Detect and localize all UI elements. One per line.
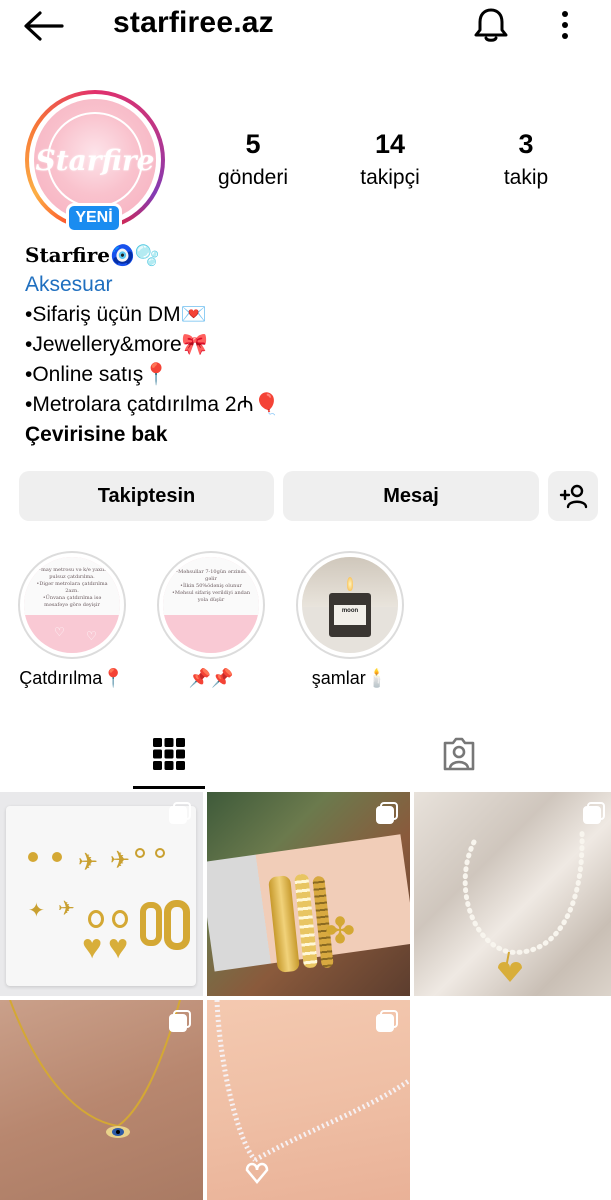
highlight-cover: •Məhsullar 7-10gün ərzində gəlir •İlkin …: [163, 557, 259, 653]
back-arrow-icon[interactable]: [22, 10, 64, 42]
profile-bio: Starfire🧿🫧 Aksesuar •Sifariş üçün DM💌 •J…: [25, 240, 280, 450]
add-person-icon: [559, 484, 588, 509]
highlight-candles[interactable]: moon şamlar🕯️: [295, 551, 405, 689]
profile-tabs: [0, 718, 611, 790]
following-button[interactable]: Takiptesin: [19, 471, 274, 521]
carousel-icon: [169, 1010, 191, 1032]
top-bar: starfiree.az: [0, 0, 611, 56]
highlight-label: şamlar🕯️: [311, 668, 389, 688]
post-evil-eye-necklace[interactable]: [0, 1000, 203, 1200]
candle-jar: moon: [329, 593, 371, 637]
grid-icon: [152, 738, 185, 770]
pearl-strand: [462, 829, 585, 982]
followers-count[interactable]: 14 takipçi: [330, 128, 450, 192]
highlight-delivery[interactable]: •may metrosu və k/e yaxın pulsuz çatdırı…: [17, 551, 127, 689]
profile-username: starfiree.az: [113, 6, 274, 39]
post-heart-tennis-necklace[interactable]: [207, 1000, 410, 1200]
post-pearl-necklace[interactable]: [414, 792, 611, 996]
carousel-icon: [583, 802, 605, 824]
active-tab-indicator: [133, 786, 205, 789]
message-button[interactable]: Mesaj: [283, 471, 539, 521]
avatar-logo-text: Starfire: [35, 143, 155, 177]
category-label[interactable]: Aksesuar: [25, 270, 280, 300]
more-options-icon[interactable]: [553, 8, 577, 42]
tagged-icon: [443, 737, 474, 771]
post-gold-bracelets[interactable]: ✤: [207, 792, 410, 996]
profile-avatar[interactable]: Starfire YENİ: [25, 90, 165, 233]
heart-doodle-icon: ♡: [54, 625, 65, 639]
display-name: Starfire🧿🫧: [25, 243, 160, 267]
highlight-label: 📌📌: [188, 668, 234, 688]
flame-icon: [347, 577, 353, 591]
highlight-cover: moon: [302, 557, 398, 653]
tab-posts-grid[interactable]: [16, 718, 321, 790]
carousel-icon: [376, 802, 398, 824]
post-earrings-set[interactable]: ✈ ✈ ✦ ✈ ♥ ♥: [0, 792, 203, 996]
carousel-icon: [376, 1010, 398, 1032]
bio-line: •Online satış📍: [25, 363, 170, 386]
bio-line: •Sifariş üçün DM💌: [25, 303, 207, 326]
following-count[interactable]: 3 takip: [466, 128, 586, 192]
carousel-icon: [169, 802, 191, 824]
highlight-cover: •may metrosu və k/e yaxın pulsuz çatdırı…: [24, 557, 120, 653]
notification-bell-icon[interactable]: [472, 6, 510, 44]
highlight-label: Çatdırılma📍: [19, 668, 125, 688]
heart-doodle-icon: ♡: [86, 629, 97, 643]
bio-line: •Jewellery&more🎀: [25, 333, 208, 356]
suggest-people-button[interactable]: [548, 471, 598, 521]
highlight-info[interactable]: •Məhsullar 7-10gün ərzində gəlir •İlkin …: [156, 551, 266, 689]
tab-tagged[interactable]: [306, 718, 611, 790]
bio-line: •Metrolara çatdırılma 2₼🎈: [25, 393, 280, 416]
see-translation-link[interactable]: Çevirisine bak: [25, 420, 280, 450]
posts-count[interactable]: 5 gönderi: [193, 128, 313, 192]
new-story-badge: YENİ: [66, 203, 122, 233]
